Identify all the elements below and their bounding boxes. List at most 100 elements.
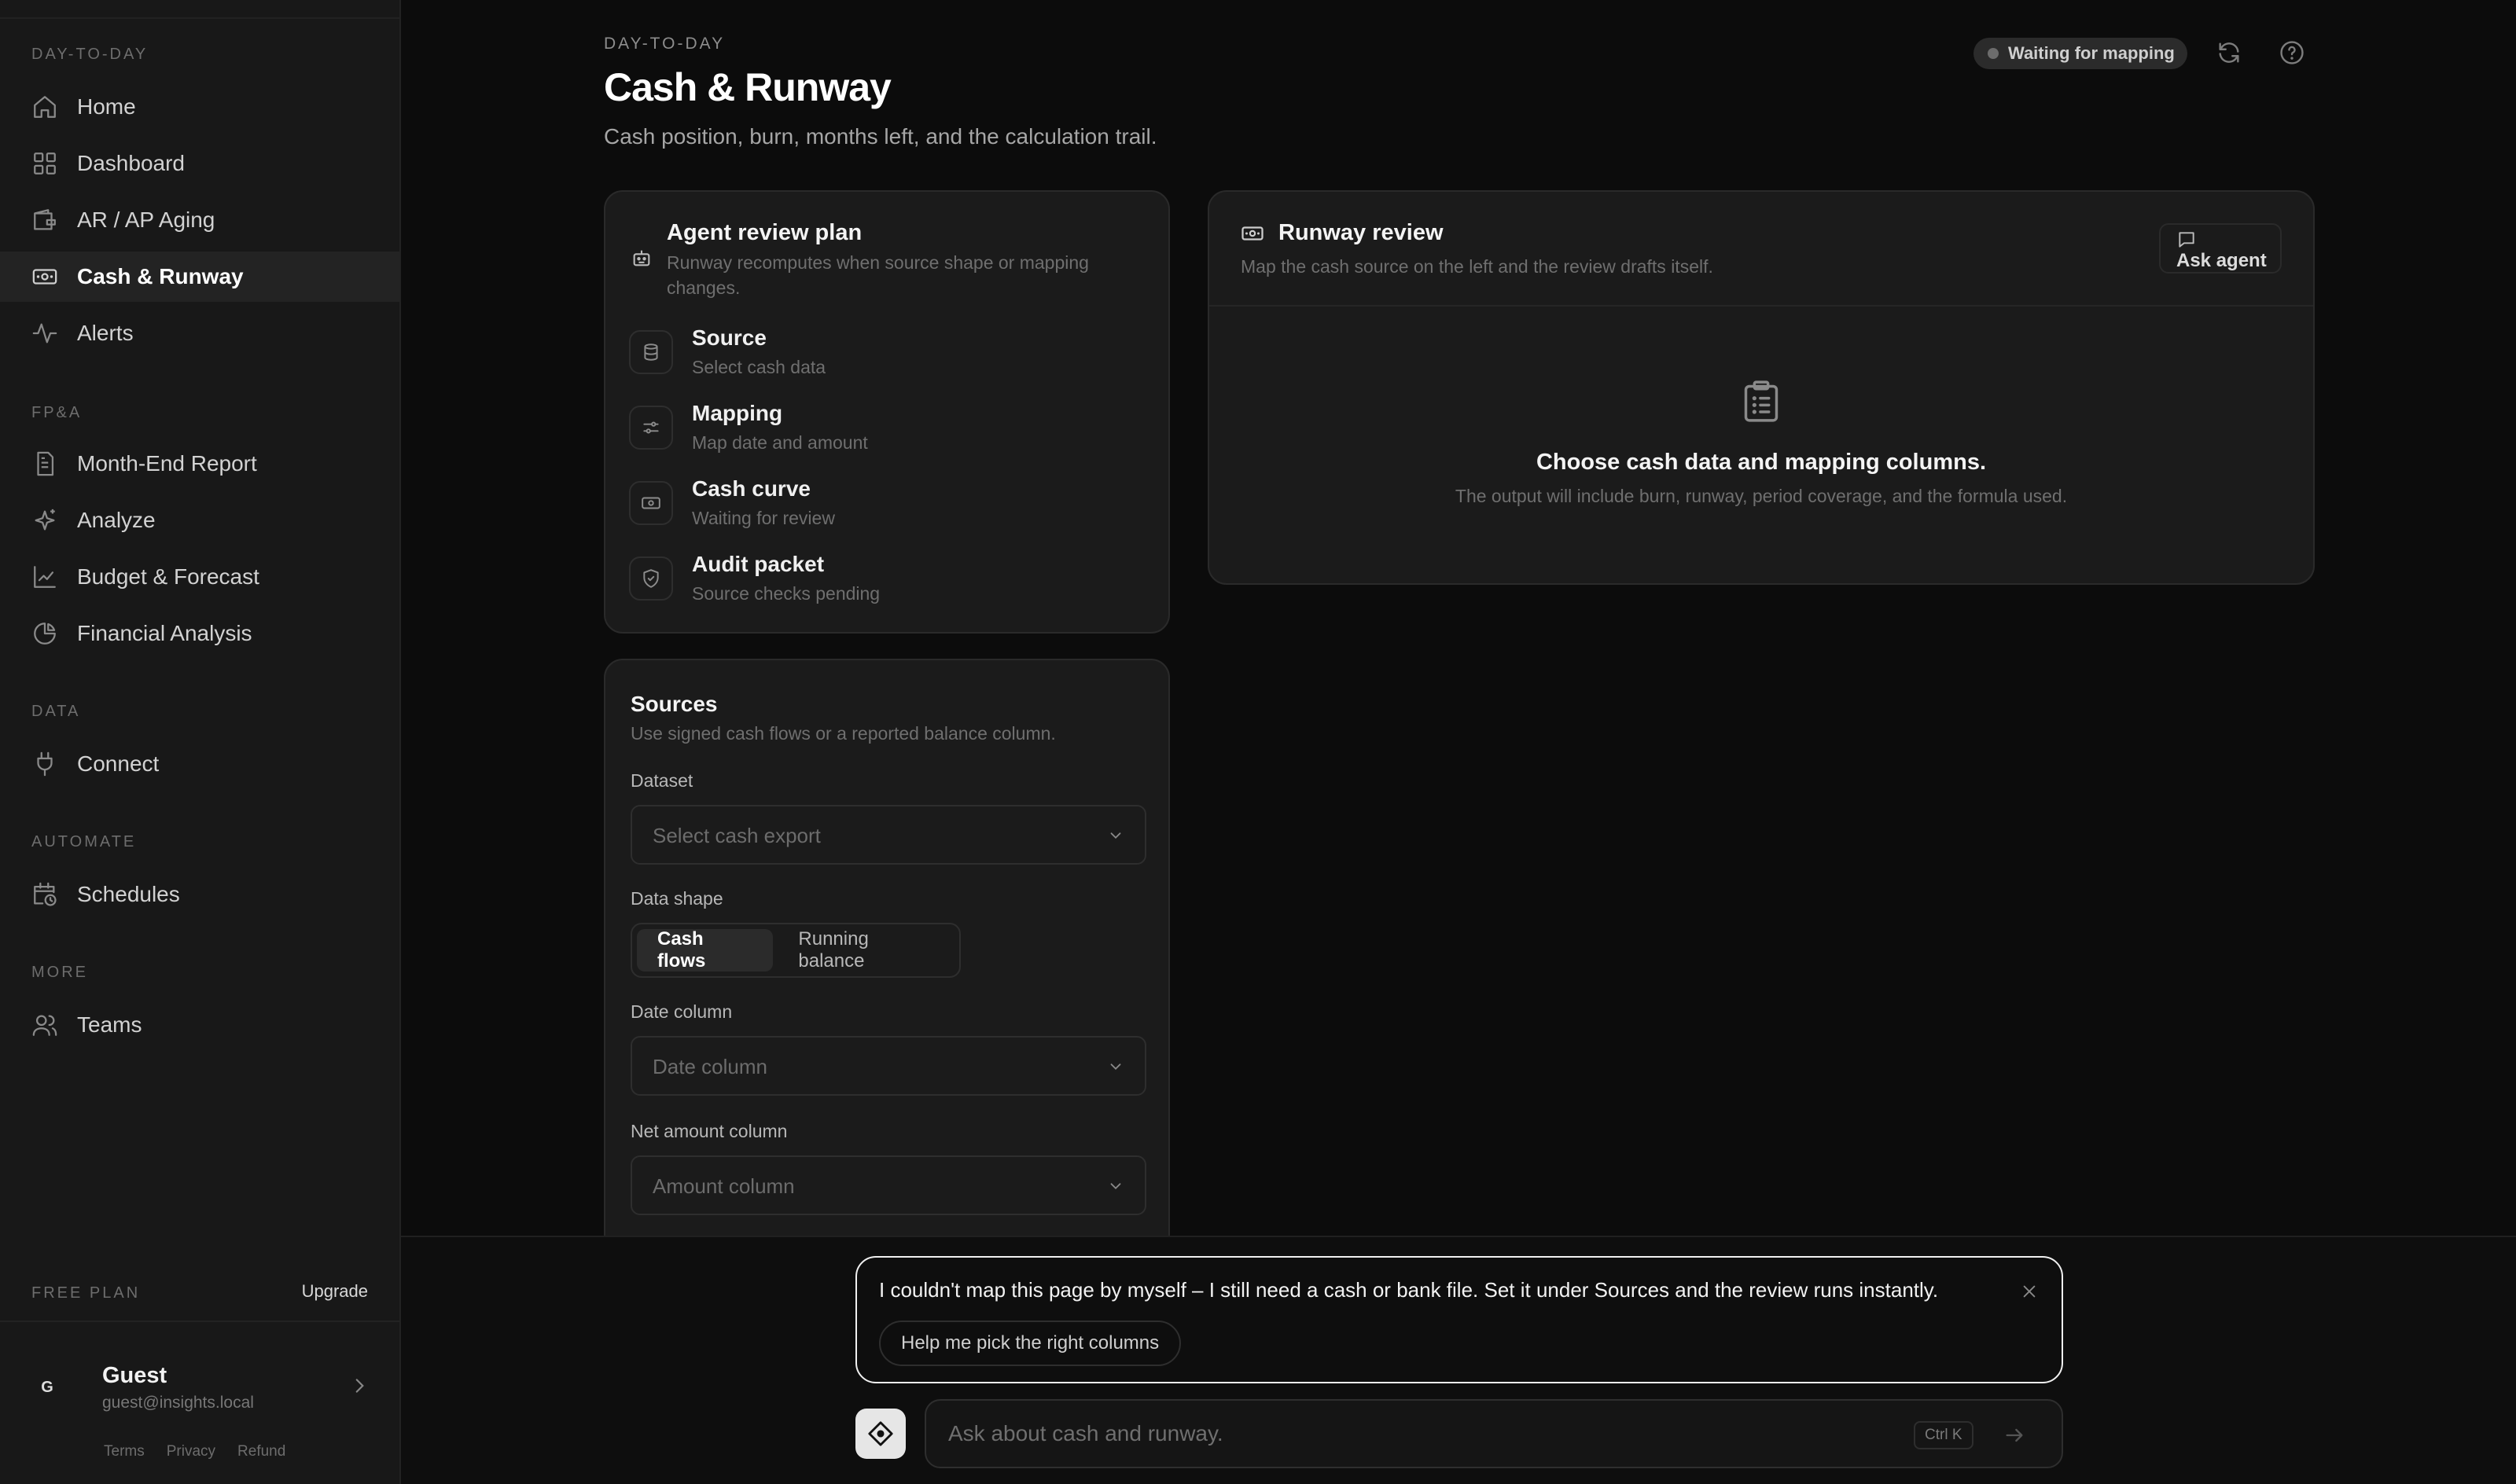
agent-logo	[855, 1409, 906, 1459]
shortcut-hint: Ctrl K	[1914, 1421, 1973, 1449]
date-column-label: Date column	[631, 1001, 733, 1022]
step-icon-box	[629, 406, 673, 450]
user-info: Guest guest@insights.local	[102, 1363, 254, 1412]
step-title: Cash curve	[692, 476, 811, 501]
chevron-down-icon	[1107, 1177, 1124, 1195]
user-name: Guest	[102, 1362, 167, 1388]
review-title: Runway review	[1278, 220, 1444, 245]
review-divider	[1209, 305, 2313, 307]
plan-step-mapping: Mapping Map date and amount	[629, 401, 1132, 464]
page-eyebrow: DAY-TO-DAY	[604, 35, 726, 53]
data-shape-label: Data shape	[631, 888, 723, 909]
sidebar-item-analyze[interactable]: Analyze	[0, 495, 399, 545]
dataset-label: Dataset	[631, 770, 693, 791]
net-amount-select[interactable]: Amount column	[631, 1155, 1146, 1215]
line-chart-icon	[31, 564, 58, 590]
users-icon	[31, 1012, 58, 1038]
sidebar-item-ar-ap-aging[interactable]: AR / AP Aging	[0, 195, 399, 245]
sidebar-bottom-divider	[0, 1321, 401, 1322]
step-subtitle: Select cash data	[692, 357, 826, 377]
plan-step-cash-curve: Cash curve Waiting for review	[629, 476, 1132, 539]
sidebar-item-connect[interactable]: Connect	[0, 739, 399, 789]
sidebar-item-label: Schedules	[77, 882, 180, 906]
section-label-day-to-day: DAY-TO-DAY	[31, 46, 149, 63]
help-icon[interactable]	[2279, 39, 2305, 66]
runway-review-card: Runway review Map the cash source on the…	[1208, 190, 2315, 585]
sidebar-item-home[interactable]: Home	[0, 82, 399, 132]
shape-option-running-balance[interactable]: Running balance	[778, 928, 955, 972]
status-badge: Waiting for mapping	[1973, 38, 2187, 69]
user-email: guest@insights.local	[102, 1393, 254, 1412]
clipboard-list-icon	[1741, 379, 1782, 424]
date-column-select[interactable]: Date column	[631, 1036, 1146, 1096]
sidebar-item-budget-forecast[interactable]: Budget & Forecast	[0, 552, 399, 602]
chevron-down-icon	[1107, 827, 1124, 844]
upgrade-link[interactable]: Upgrade	[302, 1281, 368, 1302]
empty-state-description: The output will include burn, runway, pe…	[1455, 486, 2068, 506]
ask-agent-button[interactable]: Ask agent	[2159, 223, 2282, 274]
database-icon	[641, 342, 661, 362]
plan-step-audit-packet: Audit packet Source checks pending	[629, 552, 1132, 615]
sidebar-item-label: Cash & Runway	[77, 264, 244, 288]
suggestion-chip[interactable]: Help me pick the right columns	[879, 1321, 1182, 1366]
sidebar-item-alerts[interactable]: Alerts	[0, 308, 399, 358]
status-dot	[1988, 48, 1999, 59]
net-amount-label: Net amount column	[631, 1121, 788, 1141]
sidebar-item-label: Month-End Report	[77, 451, 257, 476]
dataset-select[interactable]: Select cash export	[631, 805, 1146, 865]
sidebar-item-teams[interactable]: Teams	[0, 1000, 399, 1050]
refund-link[interactable]: Refund	[237, 1443, 285, 1460]
agent-message-bubble: I couldn't map this page by myself – I s…	[855, 1256, 2063, 1383]
refresh-icon[interactable]	[2216, 39, 2242, 66]
sparkles-icon	[31, 507, 58, 534]
plug-icon	[31, 751, 58, 777]
section-label-more: MORE	[31, 964, 88, 981]
dataset-select-value: Select cash export	[653, 824, 821, 847]
sidebar-item-label: Analyze	[77, 508, 156, 532]
date-column-select-value: Date column	[653, 1055, 767, 1078]
sidebar-item-month-end-report[interactable]: Month-End Report	[0, 439, 399, 489]
grid-icon	[31, 150, 58, 177]
user-menu[interactable]: G Guest guest@insights.local	[31, 1352, 370, 1423]
chat-input-box: Ctrl K	[925, 1399, 2063, 1468]
sources-card: Sources Use signed cash flows or a repor…	[604, 659, 1170, 1335]
step-icon-box	[629, 556, 673, 601]
chevron-down-icon	[1107, 1058, 1124, 1075]
calendar-clock-icon	[31, 881, 58, 908]
privacy-link[interactable]: Privacy	[167, 1443, 215, 1460]
plan-description: Runway recomputes when source shape or m…	[667, 252, 1089, 298]
shape-option-cash-flows[interactable]: Cash flows	[637, 928, 774, 972]
ask-agent-label: Ask agent	[2176, 250, 2267, 271]
chat-input[interactable]	[948, 1416, 1860, 1451]
terms-link[interactable]: Terms	[104, 1443, 145, 1460]
sidebar-item-schedules[interactable]: Schedules	[0, 869, 399, 920]
step-subtitle: Map date and amount	[692, 432, 868, 453]
plan-label: FREE PLAN	[31, 1284, 141, 1302]
document-icon	[31, 450, 58, 477]
chevron-right-icon	[349, 1376, 370, 1396]
sidebar-item-label: Dashboard	[77, 151, 185, 175]
empty-state-title: Choose cash data and mapping columns.	[1536, 450, 1987, 475]
plan-step-source: Source Select cash data	[629, 325, 1132, 388]
sidebar-item-label: Teams	[77, 1012, 142, 1037]
sidebar-item-label: Alerts	[77, 321, 134, 345]
banknote-icon	[1241, 222, 1264, 245]
message-square-icon	[2176, 230, 2197, 250]
sidebar-item-label: AR / AP Aging	[77, 208, 215, 232]
sidebar-item-cash-runway[interactable]: Cash & Runway	[0, 252, 399, 302]
banknote-icon	[31, 263, 58, 290]
sidebar-item-label: Connect	[77, 751, 160, 776]
status-text: Waiting for mapping	[2008, 43, 2175, 63]
sidebar-item-label: Financial Analysis	[77, 621, 252, 645]
sidebar-item-dashboard[interactable]: Dashboard	[0, 138, 399, 189]
net-amount-select-value: Amount column	[653, 1174, 795, 1198]
sidebar-top-divider	[0, 17, 401, 19]
send-arrow-icon[interactable]	[2003, 1424, 2025, 1446]
section-label-automate: AUTOMATE	[31, 833, 137, 850]
pulse-icon	[31, 320, 58, 347]
close-icon[interactable]	[2021, 1283, 2038, 1300]
step-icon-box	[629, 481, 673, 525]
page-title: Cash & Runway	[604, 65, 892, 109]
sidebar: DAY-TO-DAY Home Dashboard AR / AP Aging …	[0, 0, 401, 1484]
sidebar-item-financial-analysis[interactable]: Financial Analysis	[0, 608, 399, 659]
